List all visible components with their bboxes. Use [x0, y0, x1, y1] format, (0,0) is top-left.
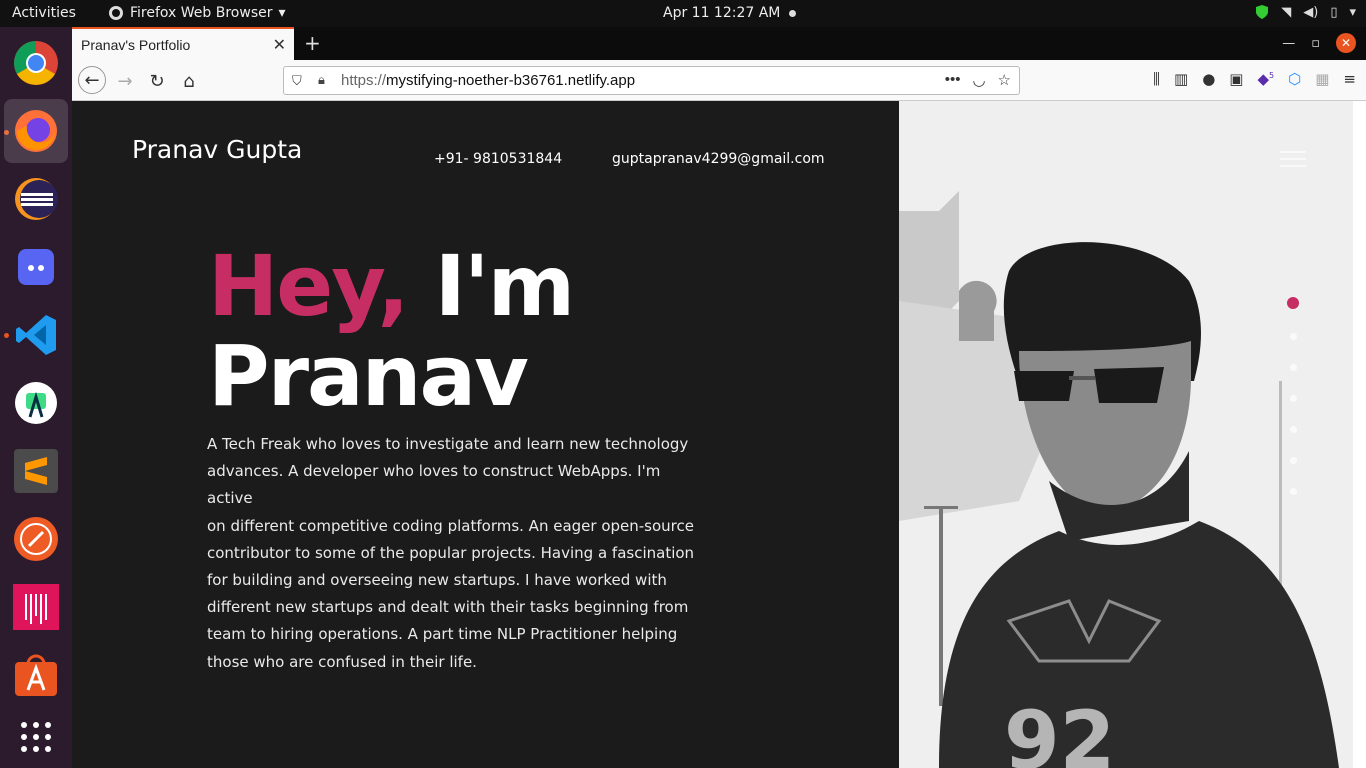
chevron-down-icon: ▾ — [1349, 4, 1356, 20]
gitkraken-icon[interactable] — [10, 581, 62, 633]
android-studio-icon[interactable] — [10, 377, 62, 429]
app-menu-label: Firefox Web Browser — [130, 5, 273, 21]
contact-email[interactable]: guptapranav4299@gmail.com — [612, 151, 825, 167]
hero-line-1: Hey, I'm — [208, 241, 575, 331]
bio-line: different new startups and dealt with th… — [207, 598, 689, 617]
pocket-icon[interactable]: ◡ — [972, 71, 985, 89]
selenium-ide-icon[interactable]: ▣ — [1229, 70, 1243, 88]
page-scrollbar[interactable] — [1353, 101, 1366, 768]
system-top-bar: Activities Firefox Web Browser ▾ Apr 11 … — [0, 0, 1366, 27]
sidebar-icon[interactable]: ▥ — [1174, 70, 1188, 88]
eclipse-icon[interactable] — [10, 173, 62, 225]
wifi-icon: ◥ — [1281, 4, 1292, 20]
battery-icon: ▯ — [1330, 4, 1338, 20]
lock-icon[interactable]: 🔒︎ — [318, 72, 325, 88]
activities-button[interactable]: Activities — [12, 5, 76, 21]
section-dot[interactable] — [1289, 333, 1297, 340]
tab-portfolio[interactable]: Pranav's Portfolio ✕ — [72, 27, 294, 60]
firefox-small-icon — [109, 6, 123, 20]
account-icon[interactable]: ● — [1202, 70, 1215, 88]
section-dots — [1287, 297, 1299, 495]
site-brand[interactable]: Pranav Gupta — [132, 135, 302, 164]
volume-icon: ◀) — [1303, 4, 1319, 20]
extension-grid-icon[interactable]: ▦ — [1315, 70, 1329, 88]
show-applications-icon[interactable] — [10, 711, 62, 763]
new-tab-button[interactable]: + — [304, 31, 321, 55]
url-text[interactable]: https://mystifying-noether-b36761.netlif… — [341, 72, 635, 89]
maximize-icon[interactable]: ▫ — [1311, 36, 1320, 51]
section-dot[interactable] — [1289, 395, 1297, 402]
tracking-shield-icon[interactable]: ⛉ — [292, 73, 302, 89]
close-window-icon[interactable]: ✕ — [1336, 33, 1356, 53]
ubuntu-software-icon[interactable] — [10, 649, 62, 701]
system-tray[interactable]: ◥ ◀) ▯ ▾ — [1255, 4, 1356, 20]
url-protocol: https:// — [341, 72, 387, 89]
dock — [0, 27, 72, 768]
shield-icon — [1256, 5, 1269, 19]
section-dot[interactable] — [1289, 364, 1297, 371]
hamburger-menu-icon[interactable] — [1280, 151, 1306, 172]
web-page: Pranav Gupta +91- 9810531844 guptapranav… — [72, 101, 1366, 768]
bookmark-star-icon[interactable]: ☆ — [998, 71, 1011, 89]
vscode-icon[interactable] — [10, 309, 62, 361]
bio-line: team to hiring operations. A part time N… — [207, 625, 678, 644]
bio-line: advances. A developer who loves to const… — [207, 462, 661, 508]
hero-heading: Hey, I'm Pranav — [208, 241, 575, 425]
discord-icon[interactable] — [10, 241, 62, 293]
profile-photo: 92 — [899, 101, 1353, 768]
hero-accent: Hey, — [208, 237, 409, 335]
bio-line: contributor to some of the popular proje… — [207, 543, 695, 562]
shirt-number: 92 — [1004, 694, 1115, 768]
section-dot-active[interactable] — [1287, 297, 1299, 309]
more-actions-icon[interactable]: ••• — [945, 71, 961, 89]
app-menu[interactable]: Firefox Web Browser ▾ — [108, 5, 286, 21]
tab-title: Pranav's Portfolio — [81, 37, 191, 53]
tab-strip: Pranav's Portfolio ✕ + — ▫ ✕ — [72, 27, 1366, 60]
section-dot[interactable] — [1289, 488, 1297, 495]
url-host: mystifying-noether-b36761.netlify.app — [386, 72, 636, 89]
url-actions: ••• ◡ ☆ — [945, 71, 1011, 89]
url-bar[interactable]: ⛉ 🔒︎ https://mystifying-noether-b36761.n… — [283, 66, 1020, 95]
back-arrow-icon[interactable]: ← — [78, 66, 106, 94]
bio-line: those who are confused in their life. — [207, 652, 477, 671]
home-icon[interactable]: ⌂ — [176, 68, 202, 94]
firefox-icon[interactable] — [4, 99, 68, 163]
notification-dot — [789, 10, 796, 17]
window-controls: — ▫ ✕ — [1282, 33, 1356, 53]
toolbar-right: ⫼ ▥ ● ▣ ◆5 ⬡ ▦ ≡ — [1153, 70, 1356, 88]
minimize-icon[interactable]: — — [1282, 36, 1295, 51]
section-dot[interactable] — [1289, 426, 1297, 433]
hero-im: I'm — [407, 237, 576, 335]
chrome-icon[interactable] — [10, 37, 62, 89]
bio-line: on different competitive coding platform… — [207, 516, 694, 535]
bio-paragraph: A Tech Freak who loves to investigate an… — [207, 431, 707, 676]
hero-name: Pranav — [208, 327, 529, 425]
close-icon[interactable]: ✕ — [273, 35, 286, 54]
extension-badge-icon[interactable]: ◆5 — [1257, 70, 1274, 88]
library-icon[interactable]: ⫼ — [1153, 70, 1160, 88]
reload-icon[interactable]: ↻ — [144, 68, 170, 94]
bio-line: for building and overseeing new startups… — [207, 571, 667, 590]
extension-badge-count: 5 — [1269, 71, 1275, 80]
extension-cube-icon[interactable]: ⬡ — [1288, 70, 1301, 88]
chevron-down-icon: ▾ — [278, 5, 286, 21]
section-dot[interactable] — [1289, 457, 1297, 464]
sublime-text-icon[interactable] — [10, 445, 62, 497]
bio-line: A Tech Freak who loves to investigate an… — [207, 435, 689, 453]
postman-icon[interactable] — [10, 513, 62, 565]
hamburger-menu-icon[interactable]: ≡ — [1343, 70, 1356, 88]
forward-arrow-icon[interactable]: → — [112, 68, 138, 94]
contact-phone[interactable]: +91- 9810531844 — [434, 151, 562, 167]
navigation-toolbar: ← → ↻ ⌂ ⛉ 🔒︎ https://mystifying-noether-… — [72, 60, 1366, 101]
clock[interactable]: Apr 11 12:27 AM — [663, 5, 780, 21]
